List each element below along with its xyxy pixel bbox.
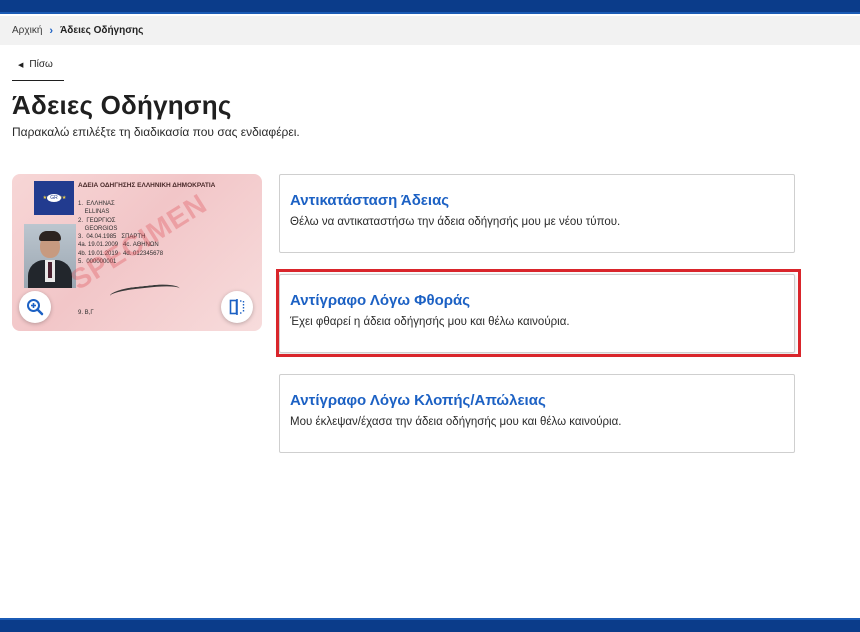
breadcrumb-current: Άδειες Οδήγησης	[60, 25, 144, 36]
chevron-right-icon: ›	[49, 24, 54, 37]
back-label: Πίσω	[29, 59, 53, 70]
option-card-wear-copy[interactable]: Αντίγραφο Λόγω Φθοράς Έχει φθαρεί η άδει…	[279, 274, 795, 353]
top-brand-bar	[0, 0, 860, 14]
option-title: Αντίγραφο Λόγω Κλοπής/Απώλειας	[290, 392, 546, 409]
page-title: Άδειες Οδήγησης	[12, 90, 232, 120]
page-subtitle: Παρακαλώ επιλέξτε τη διαδικασία που σας …	[12, 125, 300, 139]
compare-icon	[229, 299, 245, 315]
license-categories: 9. B,Γ	[78, 310, 94, 316]
eu-flag-icon: ★ ★ ★ ★ ★ ★ GR	[34, 181, 74, 215]
breadcrumb-home-link[interactable]: Αρχική	[12, 25, 42, 36]
option-title: Αντικατάσταση Άδειας	[290, 192, 450, 209]
signature	[109, 282, 181, 306]
option-description: Έχει φθαρεί η άδεια οδήγησής μου και θέλ…	[290, 316, 570, 328]
option-card-theft-loss-copy[interactable]: Αντίγραφο Λόγω Κλοπής/Απώλειας Μου έκλεψ…	[279, 374, 795, 453]
option-description: Μου έκλεψαν/έχασα την άδεια οδήγησής μου…	[290, 416, 622, 428]
option-card-replacement[interactable]: Αντικατάσταση Άδειας Θέλω να αντικαταστή…	[279, 174, 795, 253]
option-description: Θέλω να αντικαταστήσω την άδεια οδήγησής…	[290, 216, 621, 228]
caret-left-icon: ◀	[18, 62, 24, 69]
breadcrumb: Αρχική › Άδειες Οδήγησης	[0, 16, 860, 45]
back-button[interactable]: ◀ Πίσω	[12, 59, 64, 81]
zoom-in-icon	[27, 299, 44, 316]
option-title: Αντίγραφο Λόγω Φθοράς	[290, 292, 471, 309]
zoom-in-button[interactable]	[19, 291, 51, 323]
footer-bar	[0, 618, 860, 632]
license-photo	[24, 224, 76, 288]
compare-button[interactable]	[221, 291, 253, 323]
